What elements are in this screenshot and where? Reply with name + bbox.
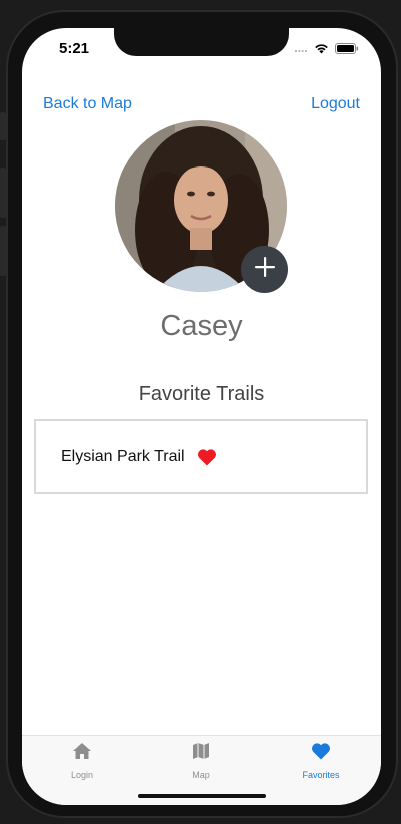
favorite-trails-heading: Favorite Trails: [138, 383, 265, 405]
wifi-icon: [314, 41, 329, 59]
status-icons: [294, 41, 359, 59]
tab-label: Login: [70, 770, 94, 780]
app-screen: 5:21 Back to Map Logout Casey Favorite T…: [22, 28, 381, 805]
trail-name: Elysian Park Trail: [61, 447, 185, 465]
signal-icon: [294, 41, 308, 59]
map-icon: [192, 742, 210, 765]
heart-icon: [311, 742, 331, 765]
device-background: 5:21 Back to Map Logout Casey Favorite T…: [0, 0, 401, 824]
favorite-trail-item[interactable]: Elysian Park Trail: [34, 419, 368, 494]
battery-icon: [335, 41, 359, 59]
add-photo-button[interactable]: [241, 246, 288, 293]
plus-icon: [254, 256, 276, 283]
tab-map[interactable]: Map: [141, 742, 261, 780]
notch: [114, 28, 289, 56]
tab-login[interactable]: Login: [22, 742, 142, 780]
status-time: 5:21: [59, 40, 90, 57]
home-indicator: [138, 794, 266, 798]
home-icon: [72, 742, 92, 765]
tab-favorites[interactable]: Favorites: [261, 742, 381, 780]
user-name: Casey: [160, 310, 243, 342]
tab-label: Map: [192, 770, 210, 780]
tab-label: Favorites: [302, 770, 340, 780]
logout-link[interactable]: Logout: [311, 95, 360, 113]
heart-icon[interactable]: [197, 448, 217, 466]
back-to-map-link[interactable]: Back to Map: [43, 95, 132, 113]
